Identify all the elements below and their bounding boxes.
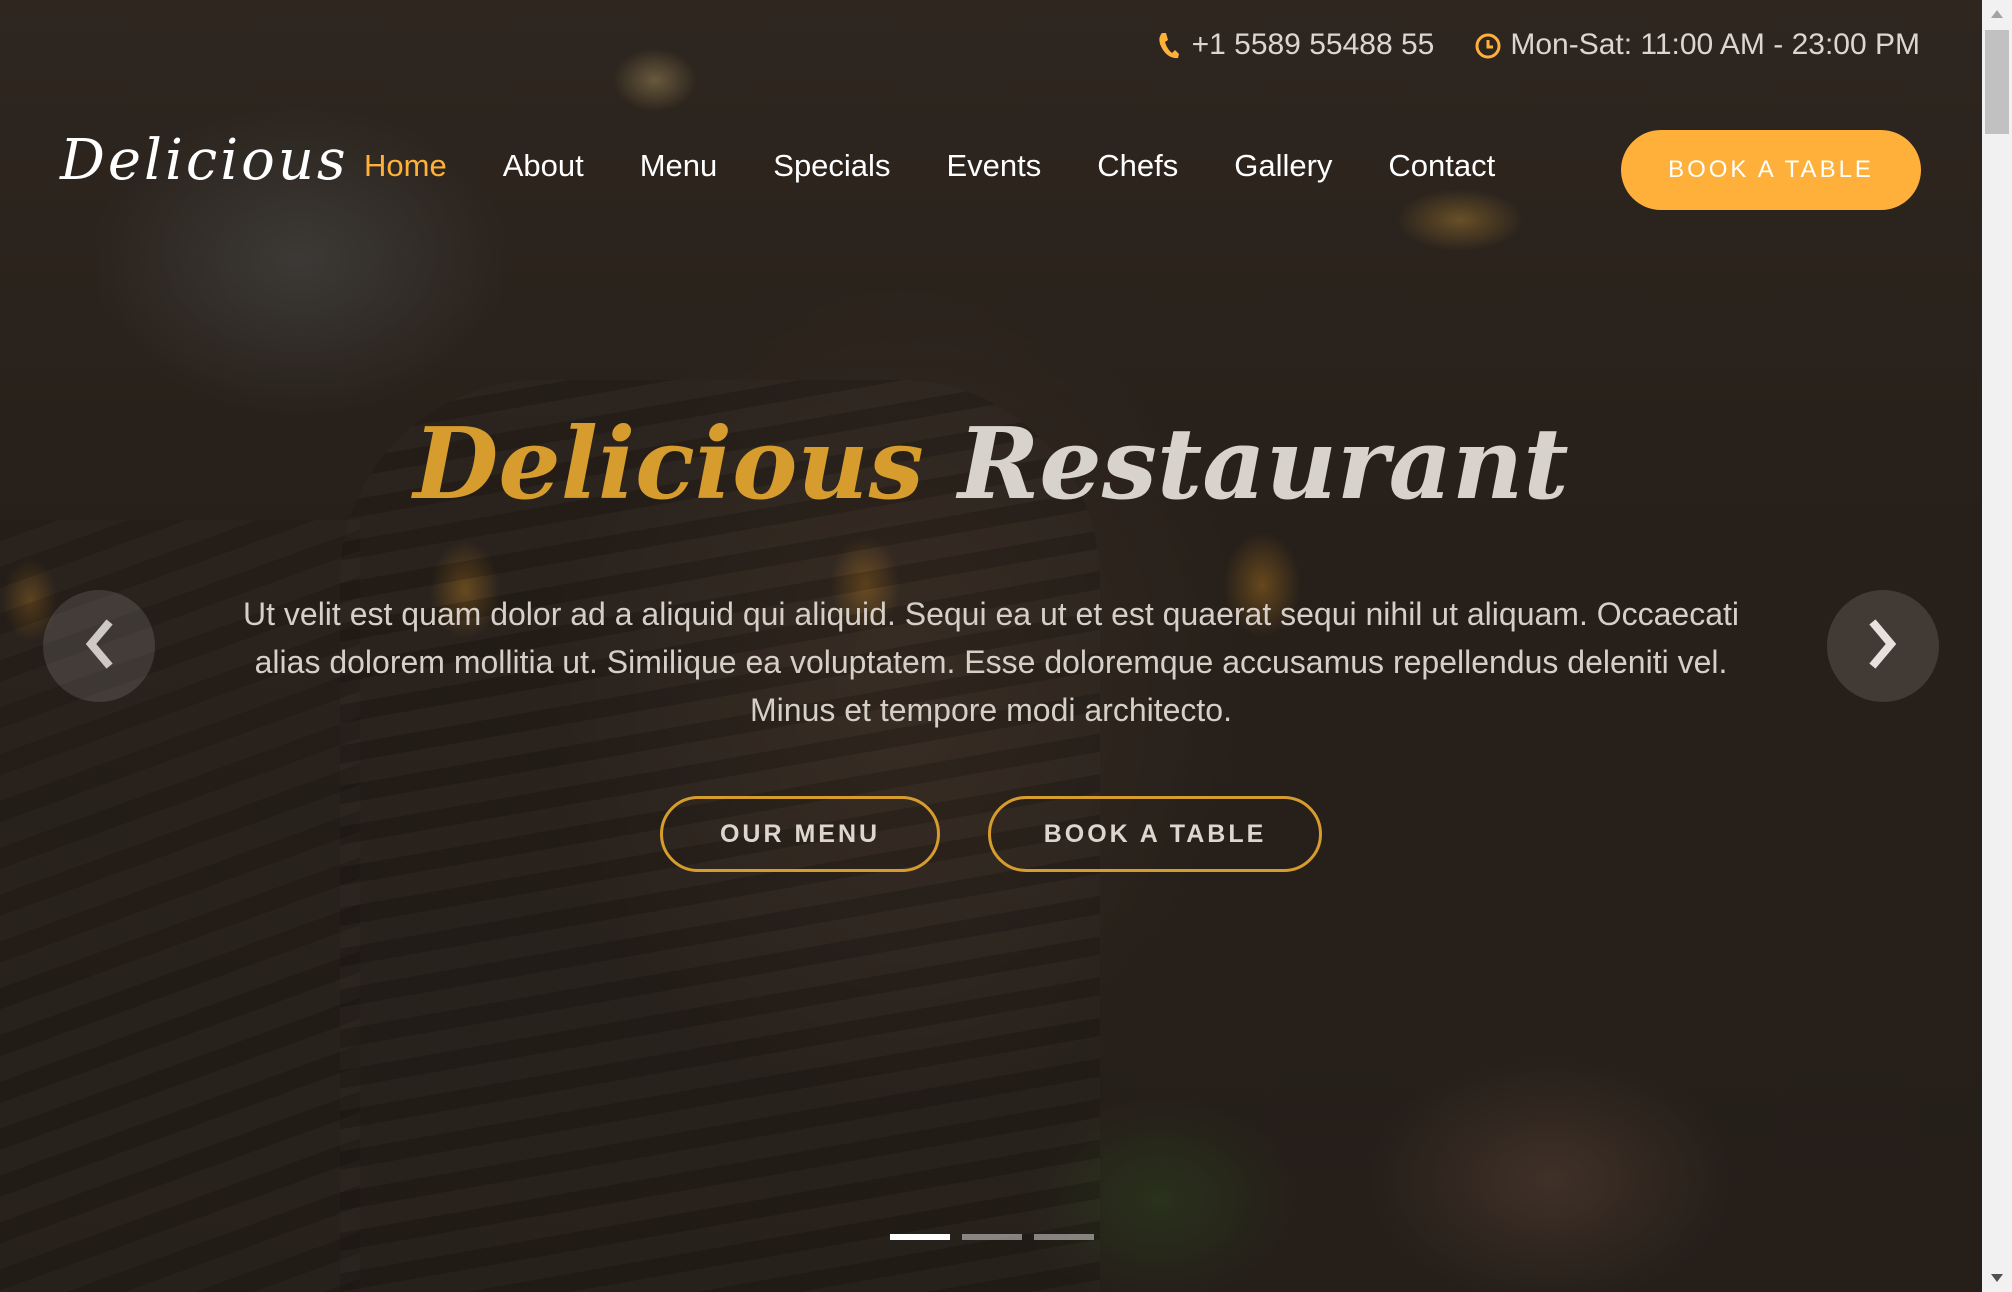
carousel-next-button[interactable] [1827, 590, 1939, 702]
book-a-table-button[interactable]: BOOK A TABLE [988, 796, 1322, 872]
nav-about[interactable]: About [503, 148, 584, 184]
chevron-right-icon [1863, 618, 1903, 674]
nav-chefs[interactable]: Chefs [1097, 148, 1178, 184]
nav-menu[interactable]: Menu [640, 148, 718, 184]
chevron-left-icon [79, 618, 119, 674]
carousel-indicators [890, 1234, 1094, 1240]
hours-info: Mon-Sat: 11:00 AM - 23:00 PM [1474, 28, 1920, 62]
nav-home[interactable]: Home [364, 148, 447, 184]
carousel-prev-button[interactable] [43, 590, 155, 702]
scroll-up-arrow-icon[interactable] [1991, 10, 2003, 18]
book-a-table-header-button[interactable]: BOOK A TABLE [1621, 130, 1921, 210]
hero-buttons: OUR MENU BOOK A TABLE [0, 796, 1982, 872]
nav-events[interactable]: Events [946, 148, 1041, 184]
nav-specials[interactable]: Specials [773, 148, 890, 184]
hero-title: Delicious Restaurant [0, 405, 1982, 525]
hero-section: +1 5589 55488 55 Mon-Sat: 11:00 AM - 23:… [0, 0, 1982, 1292]
phone-icon [1156, 30, 1180, 60]
page-scrollbar[interactable] [1982, 0, 2012, 1292]
phone-info: +1 5589 55488 55 [1156, 28, 1435, 62]
scroll-down-arrow-icon[interactable] [1991, 1274, 2003, 1282]
nav-gallery[interactable]: Gallery [1234, 148, 1332, 184]
carousel-indicator-1[interactable] [890, 1234, 950, 1240]
main-nav: Home About Menu Specials Events Chefs Ga… [364, 148, 1551, 184]
scrollbar-thumb[interactable] [1985, 30, 2009, 134]
carousel-indicator-3[interactable] [1034, 1234, 1094, 1240]
hero-title-restaurant: Restaurant [957, 407, 1569, 522]
our-menu-button[interactable]: OUR MENU [660, 796, 940, 872]
topbar: +1 5589 55488 55 Mon-Sat: 11:00 AM - 23:… [1156, 28, 1920, 62]
site-logo[interactable]: Delicious [60, 128, 349, 193]
carousel-indicator-2[interactable] [962, 1234, 1022, 1240]
phone-number: +1 5589 55488 55 [1191, 28, 1435, 61]
opening-hours: Mon-Sat: 11:00 AM - 23:00 PM [1510, 28, 1920, 61]
hero-description: Ut velit est quam dolor ad a aliquid qui… [243, 596, 1739, 728]
nav-contact[interactable]: Contact [1388, 148, 1495, 184]
clock-icon [1474, 30, 1501, 60]
hero-title-delicious: Delicious [413, 407, 924, 522]
